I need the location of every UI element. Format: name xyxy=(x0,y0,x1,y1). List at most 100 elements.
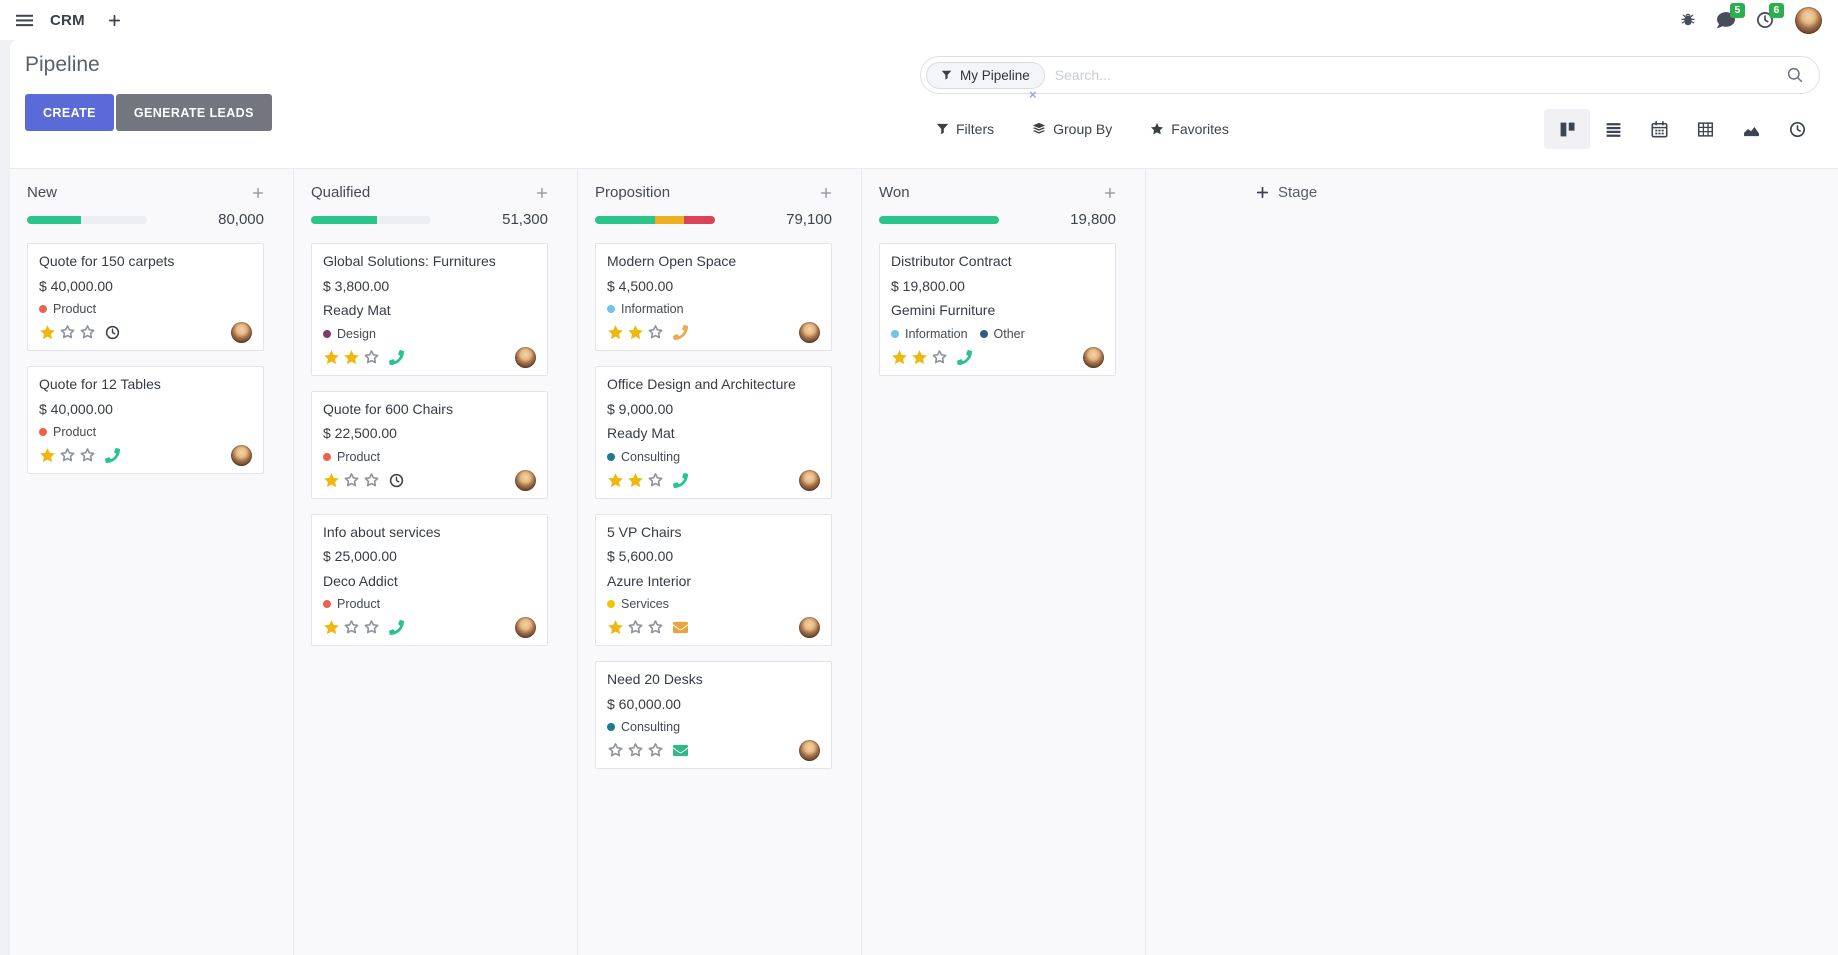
salesperson-avatar[interactable] xyxy=(799,617,820,638)
generate-leads-button[interactable]: GENERATE LEADS xyxy=(116,94,272,131)
phone-activity-icon[interactable] xyxy=(105,448,120,463)
priority-star-icon[interactable] xyxy=(607,472,624,489)
priority-star-icon[interactable] xyxy=(343,619,360,636)
add-stage-button[interactable]: Stage xyxy=(1256,184,1317,201)
priority-star-icon[interactable] xyxy=(363,472,380,489)
column-add-record-button[interactable] xyxy=(536,187,548,199)
priority-star-icon[interactable] xyxy=(627,742,644,759)
group-by-menu-button[interactable]: Group By xyxy=(1032,121,1112,137)
facet-remove-button[interactable]: × xyxy=(1029,87,1037,102)
column-progressbar[interactable] xyxy=(879,216,999,224)
activities-menu-button[interactable]: 6 xyxy=(1756,11,1774,29)
progress-segment[interactable] xyxy=(377,216,431,224)
column-progressbar[interactable] xyxy=(595,216,715,224)
priority-star-icon[interactable] xyxy=(79,324,96,341)
apps-menu-button[interactable] xyxy=(16,12,33,29)
clock-activity-icon[interactable] xyxy=(105,325,120,340)
column-progressbar[interactable] xyxy=(27,216,147,224)
view-switch-list-button[interactable] xyxy=(1590,109,1636,149)
favorites-menu-button[interactable]: Favorites xyxy=(1150,121,1229,137)
priority-star-icon[interactable] xyxy=(59,324,76,341)
salesperson-avatar[interactable] xyxy=(231,445,252,466)
progress-segment[interactable] xyxy=(27,216,81,224)
column-add-record-button[interactable] xyxy=(1104,187,1116,199)
priority-star-icon[interactable] xyxy=(59,447,76,464)
priority-star-icon[interactable] xyxy=(647,742,664,759)
priority-star-icon[interactable] xyxy=(323,619,340,636)
priority-star-icon[interactable] xyxy=(931,349,948,366)
priority-star-icon[interactable] xyxy=(647,619,664,636)
kanban-card[interactable]: Quote for 150 carpets$ 40,000.00Product xyxy=(27,243,264,351)
priority-star-icon[interactable] xyxy=(627,619,644,636)
envelope-activity-icon[interactable] xyxy=(673,620,688,635)
kanban-card[interactable]: Need 20 Desks$ 60,000.00Consulting xyxy=(595,661,832,769)
phone-activity-icon[interactable] xyxy=(673,473,688,488)
priority-star-icon[interactable] xyxy=(343,349,360,366)
salesperson-avatar[interactable] xyxy=(799,470,820,491)
priority-star-icon[interactable] xyxy=(627,472,644,489)
kanban-card[interactable]: Info about services$ 25,000.00Deco Addic… xyxy=(311,514,548,647)
create-button[interactable]: CREATE xyxy=(25,94,114,131)
priority-star-icon[interactable] xyxy=(39,324,56,341)
priority-star-icon[interactable] xyxy=(363,619,380,636)
progress-segment[interactable] xyxy=(655,216,684,224)
kanban-card[interactable]: 5 VP Chairs$ 5,600.00Azure InteriorServi… xyxy=(595,514,832,647)
priority-star-icon[interactable] xyxy=(607,619,624,636)
column-add-record-button[interactable] xyxy=(820,187,832,199)
priority-star-icon[interactable] xyxy=(647,472,664,489)
phone-activity-icon[interactable] xyxy=(673,325,688,340)
app-name[interactable]: CRM xyxy=(50,12,85,29)
salesperson-avatar[interactable] xyxy=(799,322,820,343)
messages-menu-button[interactable]: 5 xyxy=(1717,11,1735,29)
kanban-card[interactable]: Global Solutions: Furnitures$ 3,800.00Re… xyxy=(311,243,548,376)
search-facet-my-pipeline[interactable]: My Pipeline xyxy=(926,62,1045,89)
salesperson-avatar[interactable] xyxy=(1083,347,1104,368)
view-switch-pivot-button[interactable] xyxy=(1682,109,1728,149)
priority-star-icon[interactable] xyxy=(343,472,360,489)
progress-segment[interactable] xyxy=(595,216,655,224)
priority-star-icon[interactable] xyxy=(607,324,624,341)
user-avatar[interactable] xyxy=(1795,7,1822,34)
priority-star-icon[interactable] xyxy=(79,447,96,464)
salesperson-avatar[interactable] xyxy=(231,322,252,343)
envelope-activity-icon[interactable] xyxy=(673,743,688,758)
kanban-card[interactable]: Quote for 12 Tables$ 40,000.00Product xyxy=(27,366,264,474)
priority-star-icon[interactable] xyxy=(39,447,56,464)
priority-star-icon[interactable] xyxy=(607,742,624,759)
view-switch-calendar-button[interactable] xyxy=(1636,109,1682,149)
progress-segment[interactable] xyxy=(879,216,999,224)
search-input[interactable] xyxy=(1045,67,1787,83)
debug-mode-button[interactable] xyxy=(1680,12,1696,28)
priority-star-icon[interactable] xyxy=(627,324,644,341)
kanban-card[interactable]: Distributor Contract$ 19,800.00Gemini Fu… xyxy=(879,243,1116,376)
progress-segment[interactable] xyxy=(81,216,147,224)
view-switch-kanban-button[interactable] xyxy=(1544,109,1590,149)
new-tab-button[interactable] xyxy=(108,14,121,27)
phone-activity-icon[interactable] xyxy=(389,620,404,635)
salesperson-avatar[interactable] xyxy=(515,470,536,491)
priority-star-icon[interactable] xyxy=(363,349,380,366)
phone-activity-icon[interactable] xyxy=(389,350,404,365)
progress-segment[interactable] xyxy=(684,216,715,224)
filters-menu-button[interactable]: Filters xyxy=(936,121,994,137)
progress-segment[interactable] xyxy=(311,216,377,224)
search-icon[interactable] xyxy=(1787,67,1803,83)
salesperson-avatar[interactable] xyxy=(515,617,536,638)
column-progressbar[interactable] xyxy=(311,216,431,224)
clock-activity-icon[interactable] xyxy=(389,473,404,488)
column-add-record-button[interactable] xyxy=(252,187,264,199)
kanban-card[interactable]: Quote for 600 Chairs$ 22,500.00Product xyxy=(311,391,548,499)
priority-star-icon[interactable] xyxy=(911,349,928,366)
priority-star-icon[interactable] xyxy=(647,324,664,341)
search-bar[interactable]: My Pipeline × xyxy=(920,56,1820,94)
priority-star-icon[interactable] xyxy=(323,472,340,489)
salesperson-avatar[interactable] xyxy=(799,740,820,761)
phone-activity-icon[interactable] xyxy=(957,350,972,365)
kanban-card[interactable]: Modern Open Space$ 4,500.00Information xyxy=(595,243,832,351)
priority-star-icon[interactable] xyxy=(891,349,908,366)
view-switch-graph-button[interactable] xyxy=(1728,109,1774,149)
priority-star-icon[interactable] xyxy=(323,349,340,366)
view-switch-activity-button[interactable] xyxy=(1774,109,1820,149)
salesperson-avatar[interactable] xyxy=(515,347,536,368)
kanban-card[interactable]: Office Design and Architecture$ 9,000.00… xyxy=(595,366,832,499)
